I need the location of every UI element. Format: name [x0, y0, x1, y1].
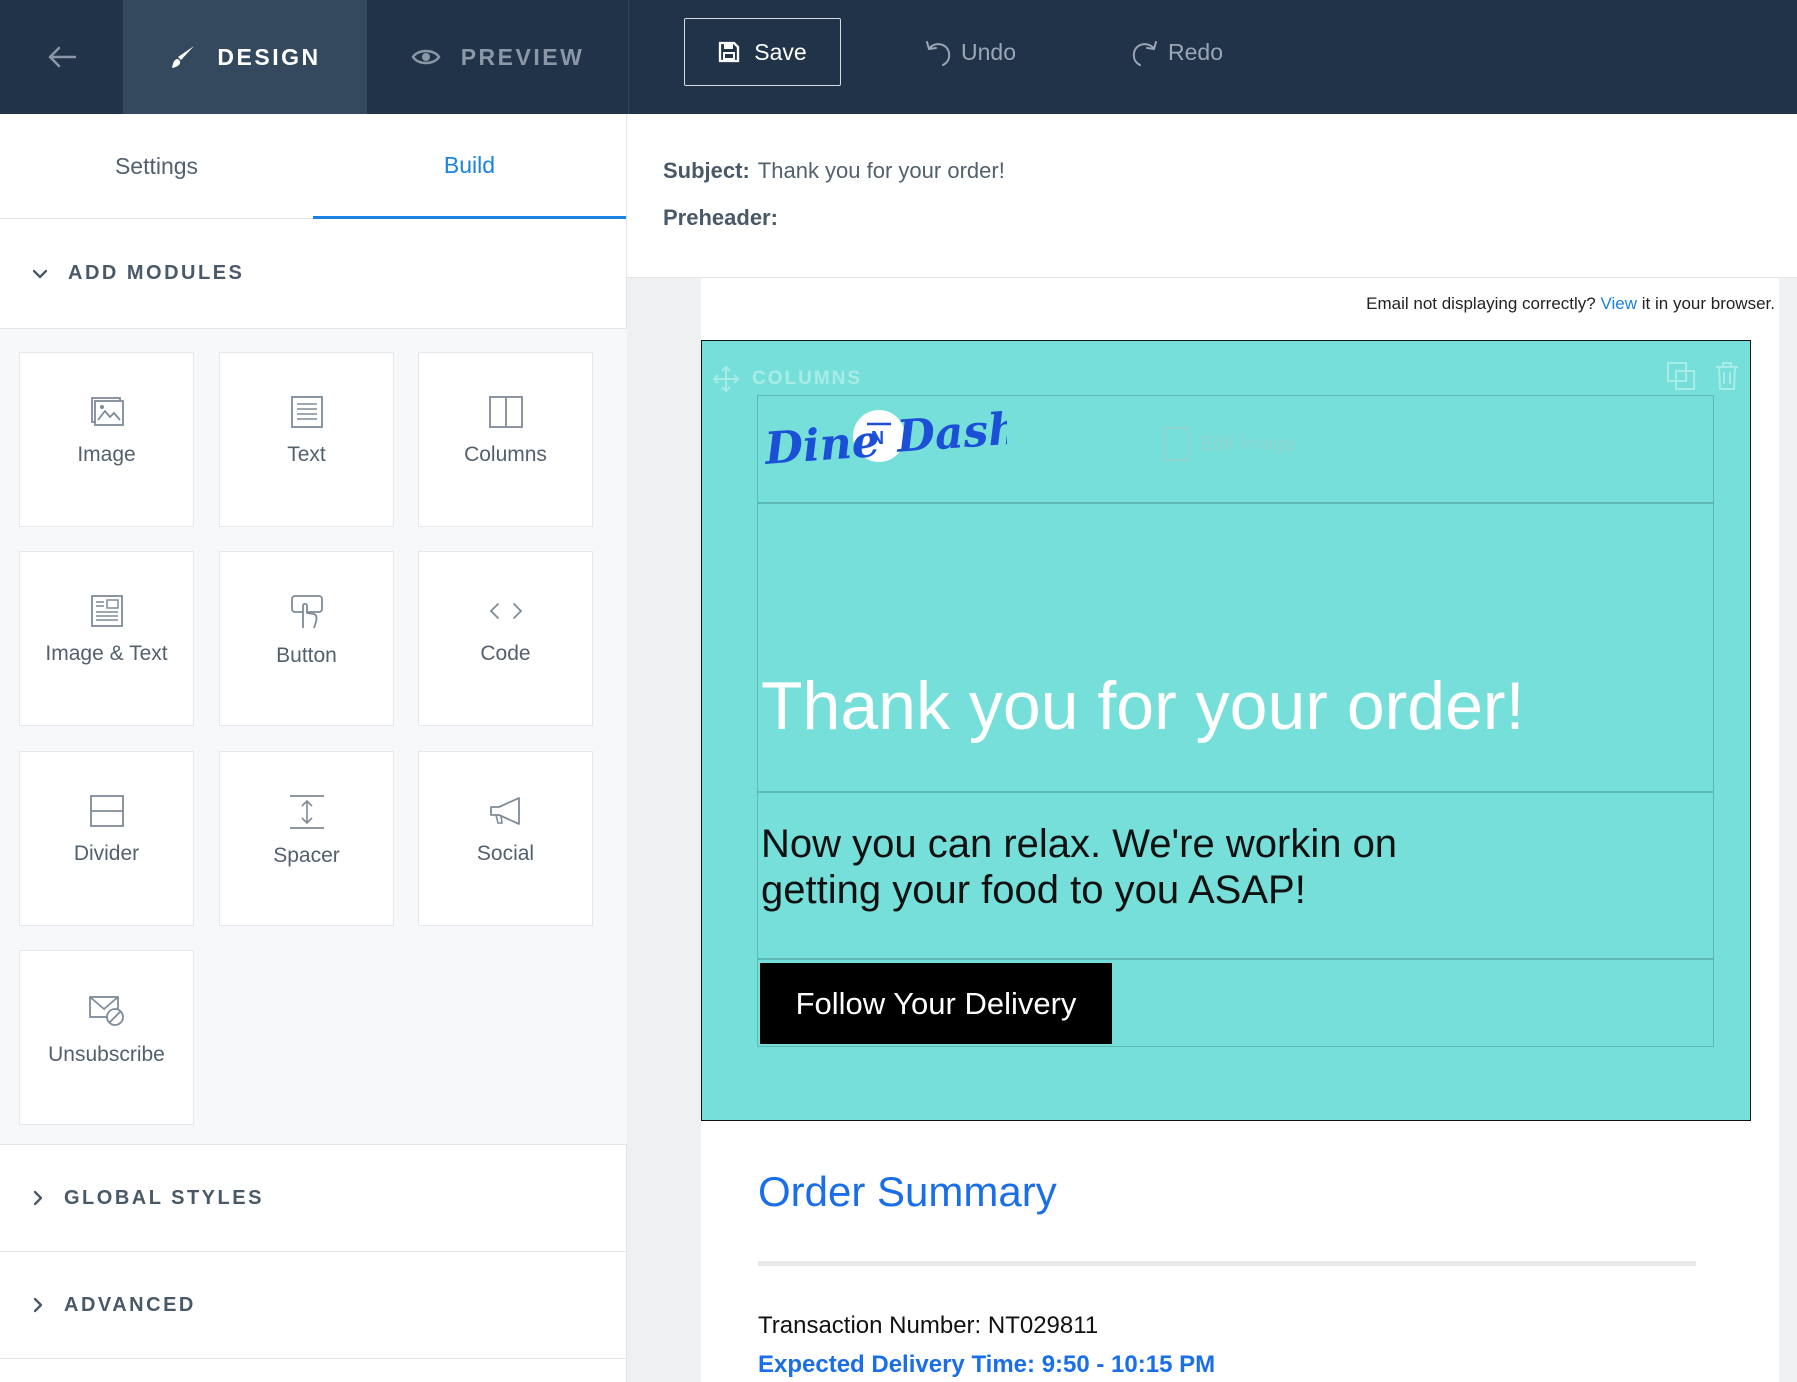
- chevron-down-icon: [32, 269, 48, 278]
- body-text-row[interactable]: Now you can relax. We're workin on getti…: [757, 792, 1714, 959]
- tab-design-label: DESIGN: [217, 43, 321, 70]
- module-spacer[interactable]: Spacer: [219, 751, 394, 926]
- module-label: Code: [480, 642, 531, 665]
- arrow-left-icon: [48, 46, 76, 68]
- module-social[interactable]: Social: [418, 751, 593, 926]
- global-styles-title: GLOBAL STYLES: [64, 1186, 264, 1209]
- button-row[interactable]: Follow Your Delivery: [757, 959, 1714, 1047]
- module-image-text[interactable]: Image & Text: [19, 551, 194, 726]
- logo-row[interactable]: Dine N Dash Edit Image: [757, 395, 1714, 503]
- email-meta: Subject: Thank you for your order! Prehea…: [627, 114, 1797, 278]
- dine-n-dash-logo: Dine N Dash: [761, 403, 1007, 475]
- floppy-disk-icon: [719, 41, 740, 63]
- image-text-icon: [90, 595, 123, 627]
- redo-label: Redo: [1168, 38, 1223, 65]
- back-button[interactable]: [0, 0, 123, 114]
- columns-module-handle[interactable]: COLUMNS: [712, 365, 863, 393]
- follow-delivery-button[interactable]: Follow Your Delivery: [760, 963, 1112, 1044]
- chevron-right-icon: [33, 1190, 43, 1206]
- svg-text:N: N: [871, 428, 884, 448]
- columns-module[interactable]: COLUMNS Dine N Dash Edit Image Thank you…: [701, 340, 1751, 1121]
- pre-note-text-after: it in your browser.: [1641, 294, 1775, 313]
- module-image[interactable]: Image: [19, 352, 194, 527]
- module-label: Text: [287, 443, 326, 466]
- duplicate-icon[interactable]: [1666, 361, 1696, 391]
- paintbrush-icon: [172, 46, 195, 68]
- email-canvas: Email not displaying correctly? View it …: [627, 278, 1797, 1382]
- button-icon: [290, 595, 323, 629]
- divider-icon: [89, 795, 124, 827]
- module-label: Divider: [73, 842, 140, 865]
- edit-image-icon: [1163, 427, 1189, 461]
- module-label: Button: [276, 644, 337, 667]
- module-label: Spacer: [273, 844, 340, 867]
- preheader-line[interactable]: Preheader:: [663, 205, 786, 231]
- add-modules-title: ADD MODULES: [68, 262, 245, 284]
- module-tools: [1666, 361, 1740, 391]
- panel-tabs: Settings Build: [0, 114, 627, 219]
- undo-icon: [926, 41, 951, 66]
- pre-note-text: Email not displaying correctly?: [1366, 294, 1596, 313]
- undo-button[interactable]: Undo: [923, 30, 1016, 74]
- redo-icon: [1132, 41, 1157, 66]
- eye-icon: [411, 49, 441, 65]
- tab-build[interactable]: Build: [313, 114, 626, 219]
- left-panel: Settings Build ADD MODULES Image Text Co…: [0, 114, 627, 1382]
- advanced-title: ADVANCED: [64, 1293, 196, 1316]
- view-link[interactable]: View: [1600, 294, 1637, 313]
- transaction-number: Transaction Number: NT029811: [758, 1312, 1099, 1339]
- module-columns[interactable]: Columns: [418, 352, 593, 527]
- module-label: Columns: [464, 443, 547, 466]
- move-icon: [712, 365, 740, 393]
- email-body: Email not displaying correctly? View it …: [701, 278, 1779, 1382]
- save-label: Save: [754, 38, 807, 65]
- module-label: Image & Text: [45, 642, 168, 665]
- text-icon: [290, 396, 323, 428]
- spacer-icon: [289, 795, 324, 829]
- tab-preview-label: PREVIEW: [460, 43, 585, 70]
- trash-icon[interactable]: [1714, 361, 1740, 391]
- subject-value: Thank you for your order!: [757, 158, 1005, 183]
- subject-label: Subject:: [663, 158, 750, 183]
- title-row[interactable]: Thank you for your order!: [757, 503, 1714, 792]
- module-unsubscribe[interactable]: Unsubscribe: [19, 950, 194, 1125]
- subject-line[interactable]: Subject: Thank you for your order!: [663, 158, 1005, 184]
- edit-image-label: Edit Image: [1200, 432, 1296, 455]
- preheader-label: Preheader:: [663, 205, 778, 230]
- module-button[interactable]: Button: [219, 551, 394, 726]
- tab-settings[interactable]: Settings: [0, 114, 313, 219]
- hero-body-text: Now you can relax. We're workin on getti…: [761, 822, 1398, 912]
- order-summary-title: Order Summary: [758, 1168, 1057, 1215]
- module-label: Image: [77, 443, 136, 466]
- advanced-header[interactable]: ADVANCED: [0, 1252, 627, 1359]
- edit-image-button[interactable]: Edit Image: [1162, 426, 1296, 462]
- hero-title: Thank you for your order!: [761, 668, 1525, 744]
- tab-preview[interactable]: PREVIEW: [367, 0, 629, 114]
- undo-label: Undo: [961, 38, 1016, 65]
- global-styles-header[interactable]: GLOBAL STYLES: [0, 1145, 627, 1252]
- save-button[interactable]: Save: [684, 18, 841, 86]
- svg-text:Dine: Dine: [761, 416, 881, 475]
- columns-icon: [488, 396, 523, 428]
- add-modules-header[interactable]: ADD MODULES: [0, 219, 627, 329]
- svg-text:Dash: Dash: [893, 403, 1007, 463]
- image-icon: [90, 397, 124, 426]
- modules-grid: Image Text Columns Image & Text Button C…: [0, 329, 627, 1145]
- module-code[interactable]: Code: [418, 551, 593, 726]
- code-icon: [489, 603, 522, 619]
- unsubscribe-icon: [88, 996, 124, 1026]
- module-divider[interactable]: Divider: [19, 751, 194, 926]
- view-in-browser-note: Email not displaying correctly? View it …: [1366, 294, 1775, 314]
- columns-module-label: COLUMNS: [752, 368, 863, 389]
- module-label: Unsubscribe: [48, 1043, 165, 1066]
- tab-design[interactable]: DESIGN: [123, 0, 367, 114]
- megaphone-icon: [489, 797, 520, 825]
- module-label: Social: [476, 842, 535, 865]
- chevron-right-icon: [33, 1297, 43, 1313]
- redo-button[interactable]: Redo: [1130, 30, 1223, 74]
- module-text[interactable]: Text: [219, 352, 394, 527]
- top-toolbar: DESIGN PREVIEW Save Undo Redo: [0, 0, 1797, 114]
- expected-delivery-time: Expected Delivery Time: 9:50 - 10:15 PM: [758, 1351, 1216, 1378]
- divider: [758, 1261, 1696, 1266]
